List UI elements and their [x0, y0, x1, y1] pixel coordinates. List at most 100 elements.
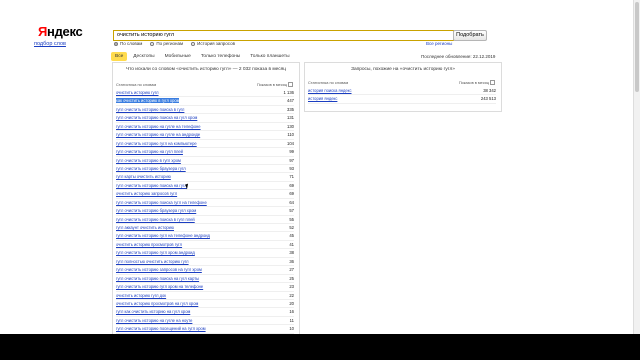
keyword-link[interactable]: гугл как очистить историю на гугл хром: [116, 309, 190, 314]
radio-by-regions[interactable]: По регионам: [150, 41, 183, 46]
table-row: гугл аккаунт очистить историю 52: [116, 224, 294, 233]
keyword-link[interactable]: гугл очистить историю поиска в гугл плей: [116, 217, 195, 222]
sort-icon: [288, 82, 293, 88]
keyword-link[interactable]: гугл полностью очистить историю гугл: [116, 259, 189, 264]
table-row: гугл очистить историю на гугле на андрои…: [116, 131, 294, 140]
scrollbar-thumb[interactable]: [635, 2, 639, 92]
similar-queries-table: история поиска яндекс 38 342 история яндек…: [308, 87, 496, 104]
keyword-link[interactable]: гугл очистить историю на гугле на ноуте: [116, 318, 192, 323]
table-row: гугл очистить историю гугл на компьютере…: [116, 140, 294, 149]
keyword-link[interactable]: как очистить историю в гугл хром: [116, 98, 180, 104]
keyword-link[interactable]: гугл очистить историю гугл хром на телеф…: [116, 284, 203, 289]
impressions-count: 23: [289, 284, 294, 290]
keyword-link[interactable]: история поиска яндекс: [308, 88, 352, 93]
table-row: гугл очистить историю браузера гугл 93: [116, 165, 294, 174]
keyword-link[interactable]: очистить историю просмотров гугл: [116, 242, 182, 247]
keyword-link[interactable]: гугл очистить историю гугл на телефоне а…: [116, 233, 210, 238]
keyword-link[interactable]: очистить историю просмотров на гугл хром: [116, 301, 198, 306]
radio-dot-icon: [191, 41, 196, 46]
table-row: гугл очистить историю поиска в гугл 335: [116, 106, 294, 115]
keyword-link[interactable]: гугл очистить историю поиска на гугл: [116, 183, 187, 188]
table-row: гугл карты очистить историю 71: [116, 173, 294, 182]
keywords-table: очистить историю гугл 1 136 как очистить и…: [116, 89, 294, 334]
keyword-link[interactable]: гугл очистить историю поиска на гугл кар…: [116, 276, 199, 281]
impressions-count: 99: [289, 149, 294, 155]
radio-dot-icon: [150, 41, 155, 46]
all-regions-link[interactable]: Все регионы: [426, 41, 452, 46]
keyword-link[interactable]: гугл очистить историю на гугл плей: [116, 149, 183, 154]
keyword-link[interactable]: гугл очистить историю поиска гугл на тел…: [116, 200, 207, 205]
table-row: очистить историю просмотров на гугл хром…: [116, 300, 294, 309]
search-mode-radios: По словам По регионам История запросов: [114, 41, 235, 46]
impressions-count: 20: [289, 300, 294, 306]
yandex-logo[interactable]: Яндекс: [38, 24, 83, 39]
keyword-link[interactable]: гугл очистить историю браузера гугл хром: [116, 208, 196, 213]
keyword-link[interactable]: гугл очистить историю посещений на гугл …: [116, 326, 206, 331]
impressions-count: 16: [289, 309, 294, 315]
keyword-link[interactable]: гугл карты очистить историю: [116, 174, 171, 179]
keyword-link[interactable]: гугл очистить историю запросов на гугл х…: [116, 267, 202, 272]
keyword-link[interactable]: гугл очистить историю на гугле на андрои…: [116, 132, 200, 137]
impressions-count: 335: [287, 106, 294, 112]
sort-icon: [490, 80, 495, 86]
keyword-link[interactable]: гугл очистить историю поиска в гугл: [116, 107, 184, 112]
keyword-link[interactable]: очистить историю гугл: [116, 90, 159, 95]
impressions-count: 104: [287, 140, 294, 146]
table-row: гугл очистить историю поиска на гугл 69: [116, 182, 294, 191]
table-row: очистить историю просмотров гугл 41: [116, 241, 294, 250]
table-row: гугл очистить историю поиска гугл на тел…: [116, 199, 294, 208]
keyword-link[interactable]: очистить историю гугл док: [116, 293, 166, 298]
keyword-link[interactable]: гугл аккаунт очистить историю: [116, 225, 174, 230]
impressions-count: 45: [289, 233, 294, 239]
radio-history[interactable]: История запросов: [191, 41, 235, 46]
submit-button[interactable]: Подобрать: [453, 30, 487, 41]
column-header-count-label: Показов в месяц: [458, 80, 489, 85]
table-row: гугл очистить историю гугл на телефоне а…: [116, 232, 294, 241]
table-row: гугл очистить историю на гугл плей 99: [116, 148, 294, 157]
tab-mobile[interactable]: Мобильные: [161, 52, 195, 61]
similar-queries-panel: Запросы, похожие на «очистить историю гу…: [304, 62, 502, 112]
impressions-count: 25: [289, 275, 294, 281]
radio-by-words[interactable]: По словам: [114, 41, 142, 46]
column-header-count[interactable]: Показов в месяц: [458, 80, 495, 86]
table-row: гугл очистить историю браузера гугл хром…: [116, 207, 294, 216]
table-row: как очистить историю в гугл хром 447: [116, 97, 294, 106]
tab-desktop[interactable]: Десктопы: [129, 52, 158, 61]
impressions-count: 71: [289, 174, 294, 180]
search-input[interactable]: очистить историю гугл: [113, 30, 454, 41]
keyword-link[interactable]: гугл очистить историю гугл хром андроид: [116, 250, 195, 255]
table-row: гугл очистить историю поиска на гугл кар…: [116, 275, 294, 284]
column-header-count-label: Показов в месяц: [256, 82, 287, 87]
impressions-count: 38 342: [483, 88, 496, 93]
impressions-count: 10: [289, 326, 294, 332]
last-updated: Последнее обновление: 22.12.2019: [421, 54, 496, 59]
impressions-count: 447: [287, 98, 294, 104]
tab-all[interactable]: Все: [111, 52, 128, 61]
keyword-link[interactable]: гугл очистить историю поиска на гугл хро…: [116, 115, 197, 120]
panel-title: Что искали со словом «очистить историю г…: [125, 67, 287, 72]
table-row: гугл очистить историю гугл хром на телеф…: [116, 283, 294, 292]
keyword-link[interactable]: история яндекс: [308, 96, 337, 101]
table-row: гугл очистить историю поиска в гугл плей…: [116, 216, 294, 224]
tab-phones[interactable]: Только телефоны: [197, 52, 244, 61]
table-row: гугл очистить историю посещений на гугл …: [116, 325, 294, 334]
keyword-link[interactable]: гугл очистить историю гугл на компьютере: [116, 141, 197, 146]
table-row: гугл очистить историю поиска на гугл хро…: [116, 114, 294, 123]
impressions-count: 52: [289, 225, 294, 230]
impressions-count: 130: [287, 123, 294, 129]
keyword-link[interactable]: гугл очистить историю браузера гугл: [116, 166, 186, 171]
keyword-link[interactable]: очистить историю запросов гугл: [116, 191, 177, 196]
column-header-count[interactable]: Показов в месяц: [256, 82, 293, 88]
page-scrollbar[interactable]: [633, 0, 640, 334]
wordstat-link[interactable]: подбор слов: [34, 41, 66, 47]
keyword-link[interactable]: гугл очистить историю на гугле на телефо…: [116, 124, 201, 129]
panel-title: Запросы, похожие на «очистить историю гу…: [351, 67, 455, 72]
tab-tablets[interactable]: Только планшеты: [246, 52, 293, 61]
table-row: очистить историю гугл 1 136: [116, 89, 294, 98]
keyword-link[interactable]: гугл очистить историю в гугл хром: [116, 158, 181, 163]
column-header-keyword: Статистика по словам: [116, 82, 157, 87]
table-row: гугл как очистить историю на гугл хром 16: [116, 308, 294, 317]
table-row: гугл очистить историю в гугл хром 97: [116, 157, 294, 165]
table-row: гугл очистить историю запросов на гугл х…: [116, 266, 294, 275]
browser-viewport: Яндекс подбор слов очистить историю гугл…: [0, 0, 640, 334]
